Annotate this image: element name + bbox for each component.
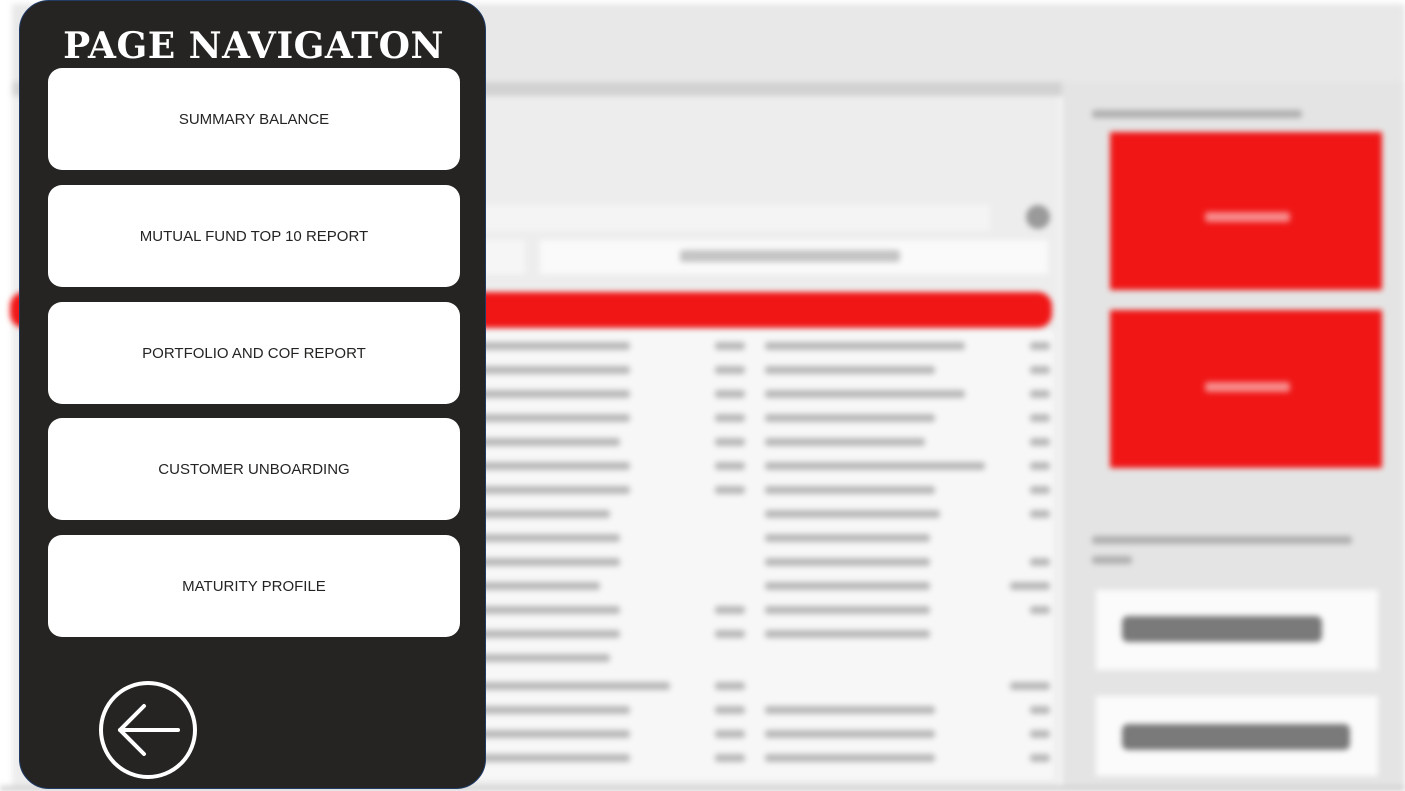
bg-table-title: [680, 250, 900, 262]
bg-date-section-label: [1092, 536, 1352, 544]
bg-card-section-label: [1092, 110, 1302, 118]
bg-table-row: [470, 432, 1054, 452]
bg-date-value: [1122, 616, 1322, 642]
back-button[interactable]: [98, 680, 198, 780]
page-navigation-title: PAGE NAVIGATON: [63, 25, 444, 67]
bg-kpi-card: [1110, 132, 1382, 290]
bg-table-row: [470, 528, 1054, 548]
bg-table-row: [470, 456, 1054, 476]
bg-filter-icon: [1026, 205, 1050, 229]
bg-table-row: [470, 408, 1054, 428]
bg-table-row: [470, 724, 1054, 744]
bg-table-row: [470, 600, 1054, 620]
portfolio-and-cof-report-button[interactable]: PORTFOLIO AND COF REPORT: [48, 302, 460, 404]
bg-kpi-card-label: [1205, 212, 1290, 222]
bg-date-value: [1122, 724, 1350, 750]
customer-unboarding-button[interactable]: CUSTOMER UNBOARDING: [48, 418, 460, 520]
bg-table-row: [470, 384, 1054, 404]
back-arrow-circle-icon: [99, 681, 197, 779]
bg-kpi-card-label: [1205, 382, 1290, 392]
bg-table-row: [470, 676, 1054, 696]
bg-filter-bar: [470, 205, 990, 231]
summary-balance-button[interactable]: SUMMARY BALANCE: [48, 68, 460, 170]
bg-table-row: [470, 576, 1054, 596]
bg-table-row: [470, 480, 1054, 500]
bg-date-section-label: [1092, 556, 1132, 564]
page-navigation-panel: PAGE NAVIGATON SUMMARY BALANCE MUTUAL FU…: [19, 0, 486, 789]
bg-table-row: [470, 748, 1054, 768]
bg-table-row: [470, 648, 1054, 668]
bg-table-row: [470, 360, 1054, 380]
bg-table-row: [470, 700, 1054, 720]
maturity-profile-button[interactable]: MATURITY PROFILE: [48, 535, 460, 637]
bg-table-row: [470, 624, 1054, 644]
bg-table-row: [470, 504, 1054, 524]
mutual-fund-top-10-report-button[interactable]: MUTUAL FUND TOP 10 REPORT: [48, 185, 460, 287]
bg-table-row: [470, 336, 1054, 356]
bg-table-row: [470, 552, 1054, 572]
